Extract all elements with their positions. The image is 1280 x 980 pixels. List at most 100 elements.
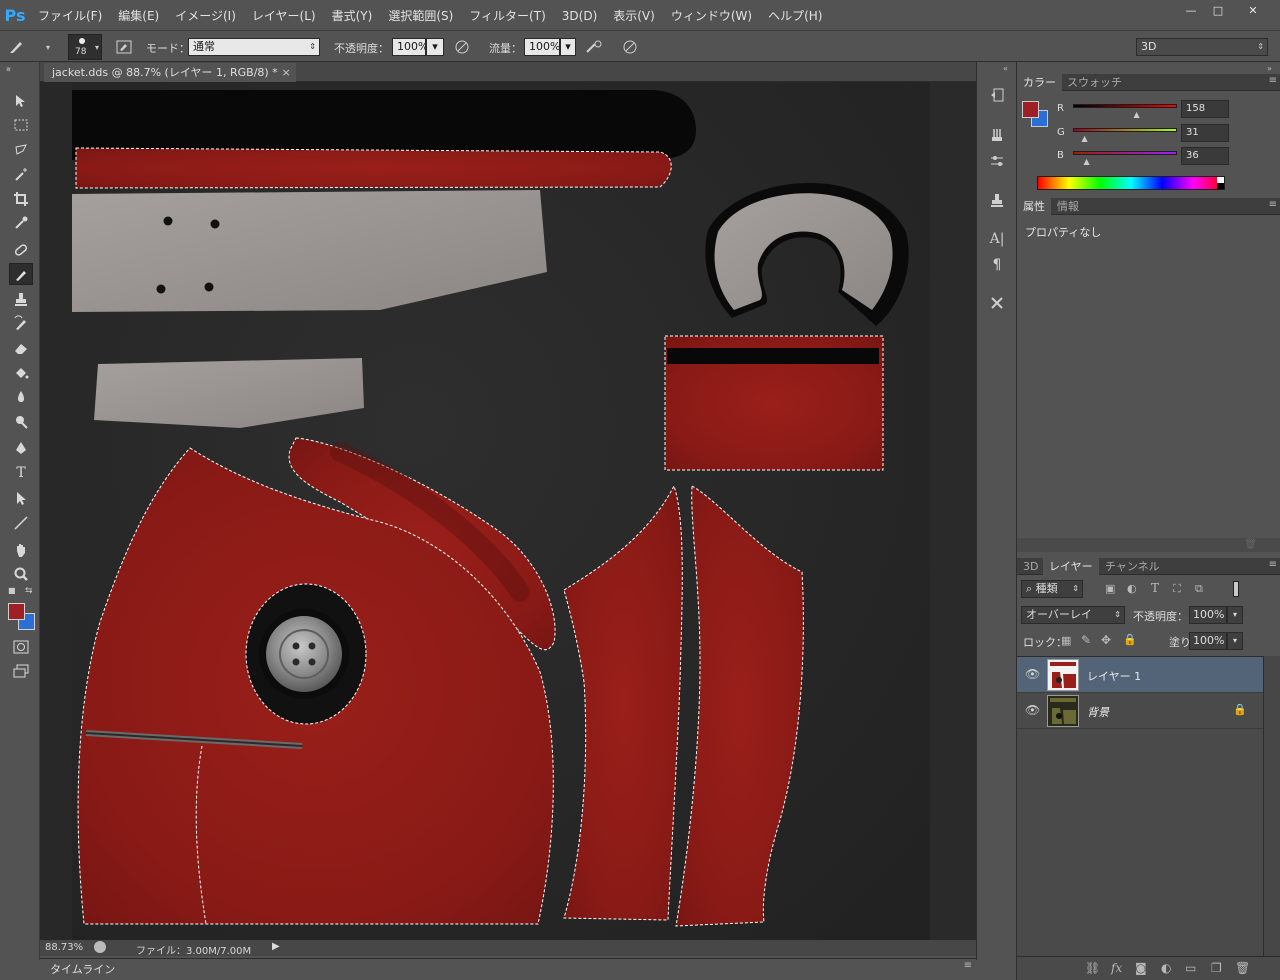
pen-tool-icon[interactable] — [9, 437, 33, 459]
lock-all-icon[interactable]: 🔒 — [1123, 633, 1137, 646]
link-icon[interactable]: ⛓ — [1085, 961, 1100, 975]
channel-r-input[interactable]: 158 — [1181, 100, 1229, 118]
paint-bucket-tool-icon[interactable] — [9, 362, 33, 384]
brush-presets-icon[interactable] — [985, 124, 1009, 146]
filter-toggle[interactable] — [1233, 581, 1239, 597]
default-colors-icon[interactable]: ■ — [8, 586, 16, 595]
tab-info[interactable]: 情報 — [1051, 198, 1085, 215]
panel-menu-icon[interactable]: ≡ — [1269, 75, 1277, 86]
airbrush-icon[interactable] — [584, 38, 604, 56]
history-brush-tool-icon[interactable] — [9, 312, 33, 334]
swap-colors-icon[interactable]: ⇆ — [25, 586, 33, 596]
document-tab[interactable]: jacket.dds @ 88.7% (レイヤー 1, RGB/8) * × — [44, 63, 296, 82]
filter-adjustment-icon[interactable]: ◐ — [1127, 582, 1137, 595]
menu-layer[interactable]: レイヤー(L) — [244, 0, 324, 30]
blur-tool-icon[interactable] — [9, 386, 33, 408]
eyedropper-tool-icon[interactable] — [9, 212, 33, 234]
maximize-button[interactable]: □ — [1205, 2, 1231, 18]
layer-opacity-dropdown[interactable]: ▾ — [1227, 606, 1243, 624]
lock-position-icon[interactable]: ✥ — [1101, 633, 1111, 647]
healing-brush-tool-icon[interactable] — [9, 239, 33, 261]
clone-stamp-tool-icon[interactable] — [9, 288, 33, 310]
character-panel-icon[interactable]: A| — [985, 228, 1009, 250]
pressure-size-icon[interactable] — [620, 38, 640, 56]
layer-name[interactable]: 背景 — [1087, 704, 1109, 720]
panel-menu-icon[interactable]: ≡ — [1269, 559, 1277, 570]
panel-menu-icon[interactable]: ≡ — [1269, 199, 1277, 210]
collapse-dock-icon[interactable]: » — [1267, 64, 1272, 73]
tab-color[interactable]: カラー — [1017, 74, 1062, 91]
marquee-tool-icon[interactable] — [9, 114, 33, 136]
line-tool-icon[interactable] — [9, 512, 33, 534]
magic-wand-tool-icon[interactable] — [9, 163, 33, 185]
menu-3d[interactable]: 3D(D) — [554, 0, 605, 30]
crop-tool-icon[interactable] — [9, 188, 33, 210]
zoom-tool-icon[interactable] — [9, 563, 33, 585]
color-spectrum-ramp[interactable] — [1037, 176, 1225, 190]
filter-pixel-icon[interactable]: ▣ — [1105, 582, 1115, 595]
channel-r-slider[interactable] — [1073, 104, 1177, 108]
type-tool-icon[interactable]: T — [9, 462, 33, 484]
fill-dropdown[interactable]: ▾ — [1227, 632, 1243, 650]
history-panel-icon[interactable] — [985, 84, 1009, 106]
channel-g-input[interactable]: 31 — [1181, 124, 1229, 142]
layer-filter-select[interactable]: ⌕ 種類 ⇕ — [1021, 580, 1083, 598]
paragraph-panel-icon[interactable]: ¶ — [985, 254, 1009, 276]
hand-tool-icon[interactable] — [9, 539, 33, 561]
filter-type-icon[interactable]: T — [1151, 581, 1159, 595]
tool-presets-icon[interactable] — [985, 292, 1009, 314]
timeline-tab[interactable]: タイムライン — [50, 961, 115, 977]
layer-thumbnail[interactable] — [1047, 659, 1079, 691]
lock-transparent-icon[interactable]: ▦ — [1061, 634, 1071, 647]
pressure-opacity-icon[interactable] — [452, 38, 472, 56]
channel-g-thumb[interactable]: ▲ — [1081, 134, 1087, 143]
menu-help[interactable]: ヘルプ(H) — [760, 0, 830, 30]
black-swatch[interactable] — [1217, 183, 1224, 189]
tab-swatches[interactable]: スウォッチ — [1061, 74, 1128, 91]
clone-source-icon[interactable] — [985, 189, 1009, 211]
menu-type[interactable]: 書式(Y) — [324, 0, 381, 30]
mask-icon[interactable]: ◙ — [1135, 961, 1147, 975]
close-window-button[interactable]: ✕ — [1236, 2, 1270, 18]
brush-panel-toggle-icon[interactable] — [114, 38, 134, 56]
layer-thumbnail[interactable] — [1047, 695, 1079, 727]
panel-foreground-swatch[interactable] — [1022, 101, 1039, 118]
tab-properties[interactable]: 属性 — [1017, 198, 1051, 215]
close-tab-icon[interactable]: × — [281, 63, 290, 82]
path-selection-tool-icon[interactable] — [9, 487, 33, 509]
menu-view[interactable]: 表示(V) — [605, 0, 663, 30]
layer-list-scrollbar[interactable] — [1263, 656, 1280, 956]
channel-r-thumb[interactable]: ▲ — [1133, 110, 1139, 119]
visibility-eye-icon[interactable]: 👁 — [1025, 667, 1040, 681]
adjustment-icon[interactable]: ◐ — [1161, 961, 1171, 975]
menu-file[interactable]: ファイル(F) — [30, 0, 110, 30]
layer-name[interactable]: レイヤー 1 — [1087, 668, 1141, 684]
flow-input[interactable]: 100% — [524, 38, 560, 56]
zoom-level[interactable]: 88.73% — [45, 942, 83, 953]
tab-channels[interactable]: チャンネル — [1099, 558, 1166, 575]
channel-b-thumb[interactable]: ▲ — [1084, 157, 1090, 166]
channel-b-input[interactable]: 36 — [1181, 147, 1229, 165]
minimize-button[interactable]: — — [1178, 2, 1204, 18]
fill-input[interactable]: 100% — [1189, 632, 1227, 650]
menu-window[interactable]: ウィンドウ(W) — [663, 0, 760, 30]
collapse-icon[interactable]: « — [6, 65, 11, 74]
mode-select[interactable]: 通常 ⇕ — [188, 38, 320, 56]
canvas-area[interactable] — [40, 82, 976, 940]
trash-icon[interactable]: 🗑 — [1235, 961, 1250, 975]
quick-mask-icon[interactable] — [9, 636, 33, 658]
menu-edit[interactable]: 編集(E) — [110, 0, 167, 30]
filter-shape-icon[interactable]: ⛶ — [1173, 582, 1181, 596]
panel-menu-icon[interactable]: ≡ — [964, 960, 972, 971]
tab-3d[interactable]: 3D — [1017, 558, 1044, 575]
group-icon[interactable]: ▭ — [1185, 961, 1196, 975]
screen-mode-icon[interactable] — [9, 660, 33, 682]
dodge-tool-icon[interactable] — [9, 411, 33, 433]
foreground-color-swatch[interactable] — [8, 603, 25, 620]
menu-select[interactable]: 選択範囲(S) — [380, 0, 461, 30]
brush-tool-preset-icon[interactable] — [8, 37, 28, 55]
blend-mode-select[interactable]: オーバーレイ ⇕ — [1021, 606, 1125, 624]
visibility-eye-icon[interactable]: 👁 — [1025, 703, 1040, 717]
flow-dropdown-button[interactable]: ▾ — [560, 38, 576, 56]
status-menu-arrow-icon[interactable]: ▶ — [272, 941, 280, 952]
